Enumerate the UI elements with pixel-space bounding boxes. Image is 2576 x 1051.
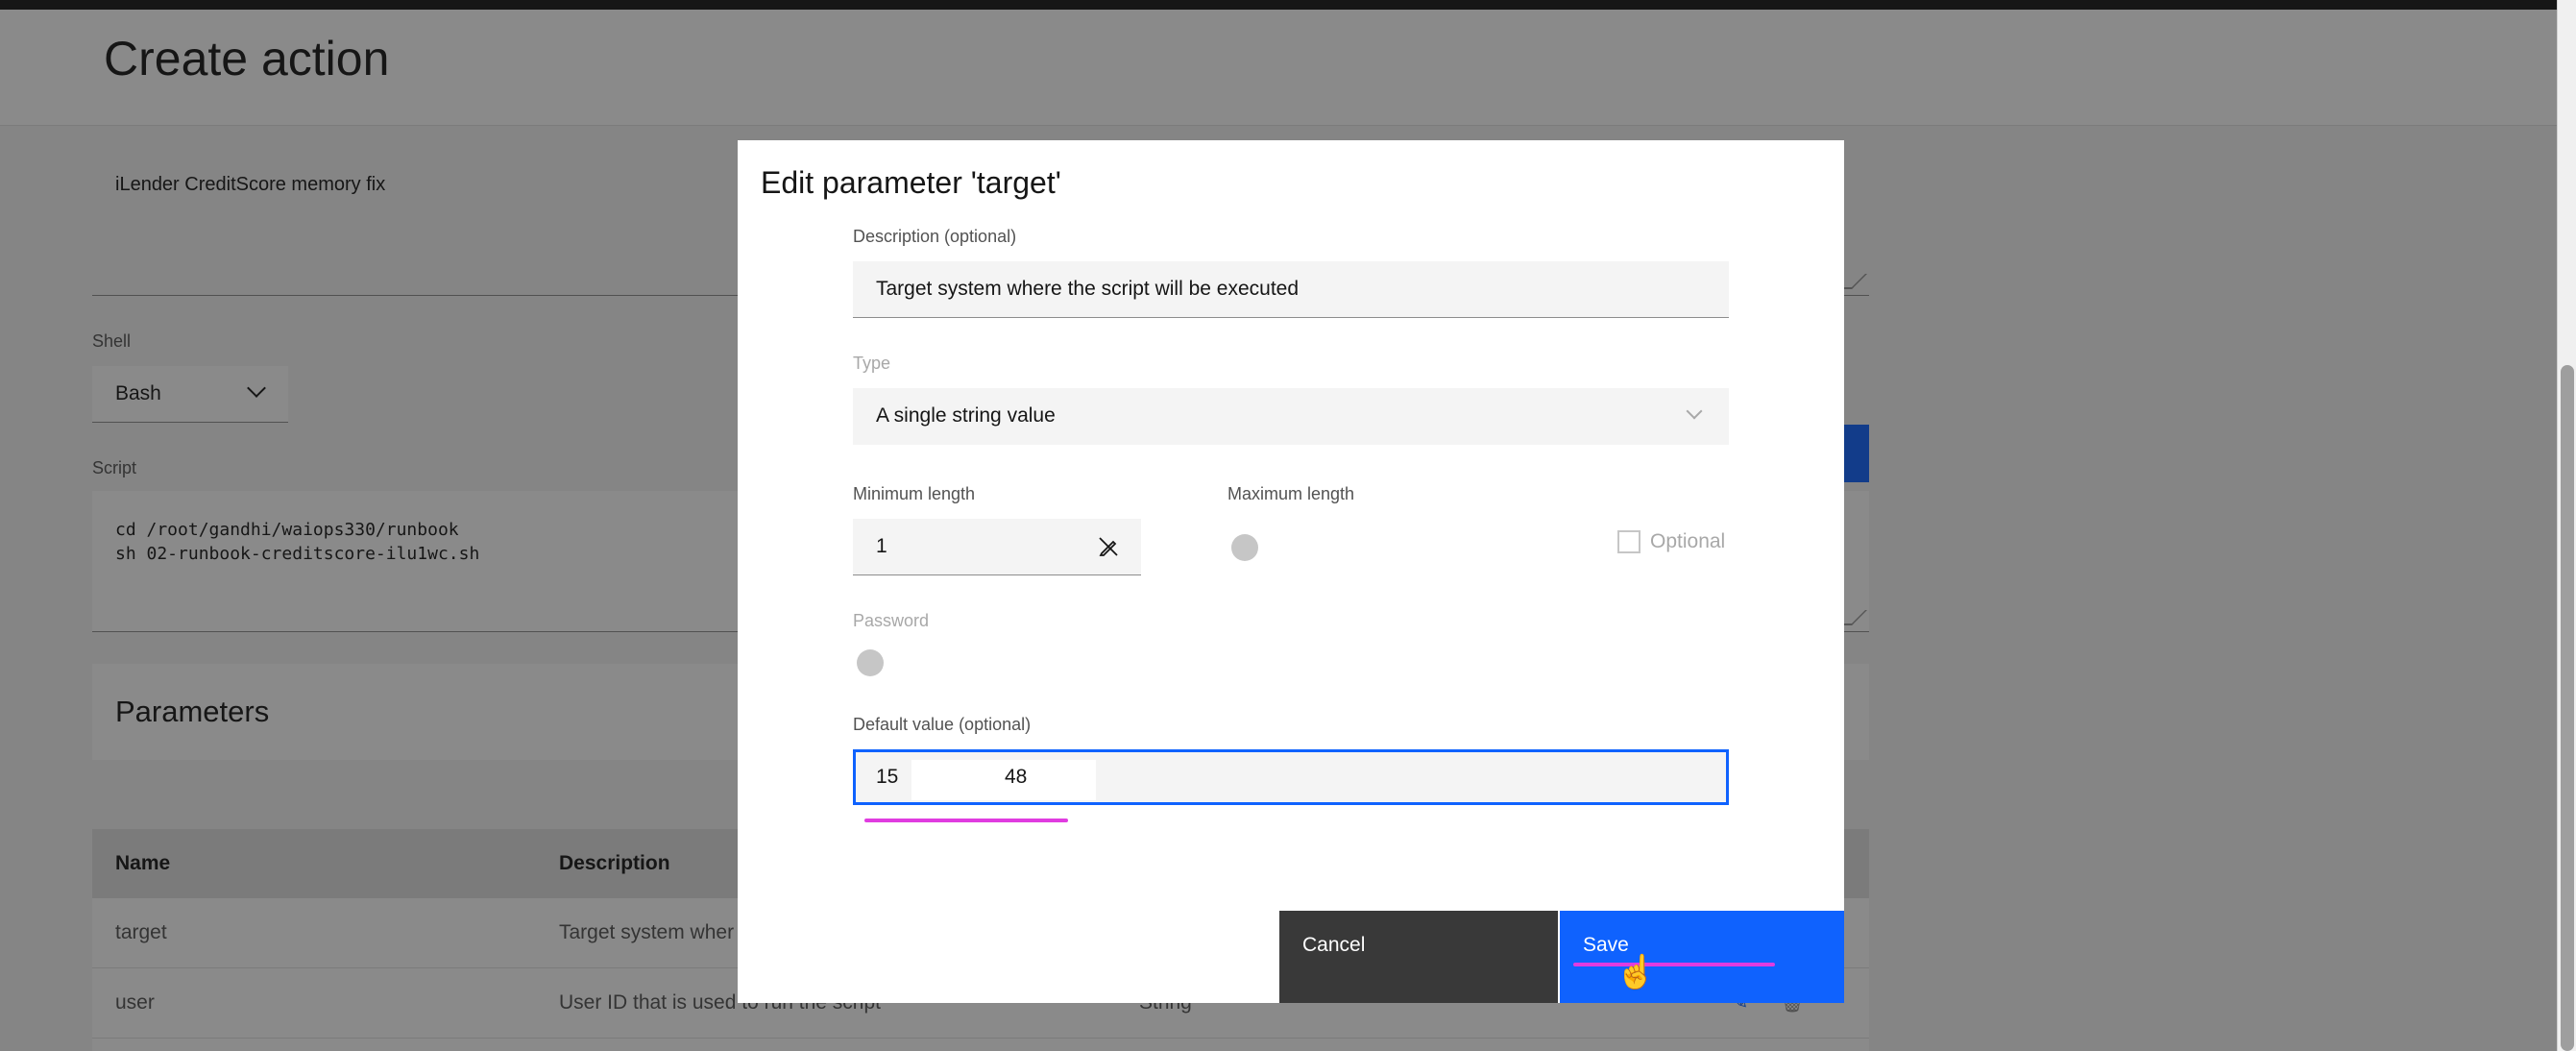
optional-label: Optional [1650,530,1726,552]
default-value-input[interactable]: 15 48 [853,749,1729,805]
password-toggle[interactable] [857,649,884,676]
annotation-underline [1573,963,1775,966]
scrollbar[interactable] [2557,0,2576,1051]
redacted-text [911,760,1096,800]
default-value-label: Default value (optional) [853,715,1032,734]
max-length-label: Maximum length [1227,484,1355,503]
annotation-underline [864,819,1068,822]
description-value: Target system where the script will be e… [876,278,1300,300]
type-select[interactable]: A single string value [853,388,1729,445]
modal-title: Edit parameter 'target' [761,165,1061,200]
min-length-input[interactable]: 1 [853,519,1141,575]
min-length-value: 1 [876,535,887,557]
type-value: A single string value [876,404,1056,427]
description-input[interactable]: Target system where the script will be e… [853,261,1729,318]
cancel-button-label: Cancel [1302,934,1366,956]
min-length-label: Minimum length [853,484,976,503]
chevron-down-icon [1686,403,1703,420]
scrollbar-thumb[interactable] [2561,365,2574,1051]
edit-parameter-modal: Edit parameter 'target' Description (opt… [738,140,1844,1003]
password-label: Password [853,611,930,630]
default-value-suffix: 48 [1005,766,1028,788]
hand-cursor-icon: ☝ [1616,954,1657,990]
default-value-prefix: 15 [876,766,899,788]
cancel-button[interactable]: Cancel [1279,911,1558,1003]
type-label: Type [853,354,891,373]
optional-checkbox[interactable] [1617,530,1640,553]
save-button[interactable]: Save [1560,911,1844,1003]
max-length-toggle[interactable] [1231,534,1258,561]
pen-crossed-icon[interactable] [1097,535,1120,558]
description-label: Description (optional) [853,227,1017,246]
